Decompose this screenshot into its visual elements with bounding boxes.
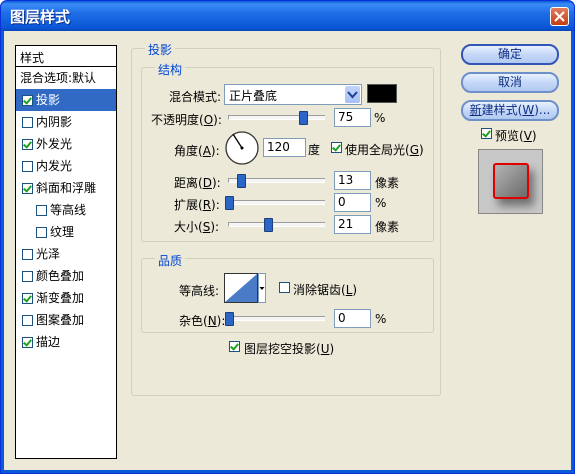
size-slider-thumb[interactable] — [264, 218, 273, 232]
window-title: 图层样式 — [10, 8, 71, 26]
size-slider-track[interactable] — [228, 222, 325, 227]
spread-slider-track[interactable] — [228, 200, 325, 205]
spread-unit: % — [375, 196, 387, 210]
layer-style-dialog: 图层样式 样式 混合选项:默认 投影 内阴影 外发光 内发光 斜面和浮雕 等高线… — [0, 0, 575, 474]
dialog-body: 样式 混合选项:默认 投影 内阴影 外发光 内发光 斜面和浮雕 等高线 纹理 光… — [4, 31, 571, 470]
antialias-label: 消除锯齿(L) — [293, 283, 358, 297]
contour-curve-icon — [224, 273, 258, 303]
global-light-checkbox[interactable] — [331, 142, 342, 153]
noise-slider-track[interactable] — [228, 316, 325, 321]
knockout-checkbox[interactable] — [229, 341, 240, 352]
chevron-down-icon — [345, 86, 360, 103]
checkbox-outer-glow[interactable] — [22, 139, 33, 150]
styles-list-header[interactable]: 样式 — [16, 46, 116, 67]
size-input[interactable]: 21 — [334, 215, 371, 234]
distance-input[interactable]: 13 — [334, 171, 371, 190]
styles-list: 样式 混合选项:默认 投影 内阴影 外发光 内发光 斜面和浮雕 等高线 纹理 光… — [15, 45, 117, 459]
opacity-unit: % — [374, 111, 386, 125]
list-item-stroke[interactable]: 描边 — [16, 331, 116, 353]
distance-unit: 像素 — [375, 176, 400, 190]
preview-label: 预览(V) — [495, 129, 537, 143]
preview-swatch — [493, 163, 529, 199]
opacity-label: 不透明度(O): — [151, 113, 222, 127]
triangle-down-icon — [259, 287, 265, 290]
list-item-outer-glow[interactable]: 外发光 — [16, 133, 116, 155]
checkbox-contour[interactable] — [36, 205, 47, 216]
list-item-pattern-overlay[interactable]: 图案叠加 — [16, 309, 116, 331]
close-button[interactable] — [550, 7, 569, 26]
quality-title: 品质 — [155, 252, 186, 269]
list-item-satin[interactable]: 光泽 — [16, 243, 116, 265]
size-label: 大小(S): — [174, 220, 220, 234]
angle-label: 角度(A): — [174, 144, 220, 158]
checkbox-satin[interactable] — [22, 249, 33, 260]
global-light-label: 使用全局光(G) — [345, 143, 424, 157]
checkbox-inner-glow[interactable] — [22, 161, 33, 172]
angle-dial[interactable] — [224, 130, 260, 166]
preview-checkbox[interactable] — [481, 128, 492, 139]
checkbox-drop-shadow[interactable] — [22, 95, 33, 106]
distance-slider-thumb[interactable] — [237, 174, 246, 188]
blend-mode-value: 正片叠底 — [229, 89, 278, 103]
list-item-blending-options[interactable]: 混合选项:默认 — [16, 67, 116, 89]
checkbox-inner-shadow[interactable] — [22, 117, 33, 128]
noise-input[interactable]: 0 — [334, 309, 371, 328]
contour-dropdown[interactable] — [258, 273, 266, 303]
list-item-contour[interactable]: 等高线 — [16, 199, 116, 221]
list-item-texture[interactable]: 纹理 — [16, 221, 116, 243]
list-item-color-overlay[interactable]: 颜色叠加 — [16, 265, 116, 287]
checkbox-color-overlay[interactable] — [22, 271, 33, 282]
antialias-checkbox[interactable] — [279, 282, 290, 293]
contour-label: 等高线: — [179, 284, 220, 298]
spread-label: 扩展(R): — [174, 198, 220, 212]
size-unit: 像素 — [375, 220, 400, 234]
noise-slider-thumb[interactable] — [225, 312, 234, 326]
opacity-slider-track[interactable] — [228, 115, 325, 120]
drop-shadow-title: 投影 — [145, 41, 176, 58]
angle-unit: 度 — [308, 143, 321, 157]
list-item-inner-shadow[interactable]: 内阴影 — [16, 111, 116, 133]
spread-slider-thumb[interactable] — [225, 196, 234, 210]
checkbox-pattern-overlay[interactable] — [22, 315, 33, 326]
knockout-label: 图层挖空投影(U) — [244, 342, 335, 356]
close-icon — [554, 11, 565, 22]
new-style-button[interactable]: 新建样式(W)... — [461, 100, 559, 121]
list-item-gradient-overlay[interactable]: 渐变叠加 — [16, 287, 116, 309]
angle-input[interactable]: 120 — [263, 138, 306, 157]
list-item-drop-shadow[interactable]: 投影 — [16, 89, 116, 111]
ok-button[interactable]: 确定 — [461, 44, 559, 65]
structure-title: 结构 — [155, 61, 186, 78]
opacity-input[interactable]: 75 — [334, 108, 371, 127]
contour-picker[interactable] — [224, 273, 266, 303]
checkbox-stroke[interactable] — [22, 337, 33, 348]
list-item-bevel-emboss[interactable]: 斜面和浮雕 — [16, 177, 116, 199]
blend-mode-select[interactable]: 正片叠底 — [224, 84, 362, 105]
list-item-inner-glow[interactable]: 内发光 — [16, 155, 116, 177]
spread-input[interactable]: 0 — [334, 193, 371, 212]
checkbox-texture[interactable] — [36, 227, 47, 238]
cancel-button[interactable]: 取消 — [461, 72, 559, 93]
blend-color-swatch[interactable] — [367, 84, 397, 103]
style-preview — [478, 149, 543, 214]
blend-mode-label: 混合模式: — [169, 90, 222, 104]
noise-unit: % — [375, 312, 387, 326]
distance-label: 距离(D): — [174, 176, 221, 190]
noise-label: 杂色(N): — [179, 314, 226, 328]
checkbox-gradient-overlay[interactable] — [22, 293, 33, 304]
checkbox-bevel-emboss[interactable] — [22, 183, 33, 194]
title-bar[interactable]: 图层样式 — [1, 1, 574, 31]
opacity-slider-thumb[interactable] — [299, 111, 308, 125]
